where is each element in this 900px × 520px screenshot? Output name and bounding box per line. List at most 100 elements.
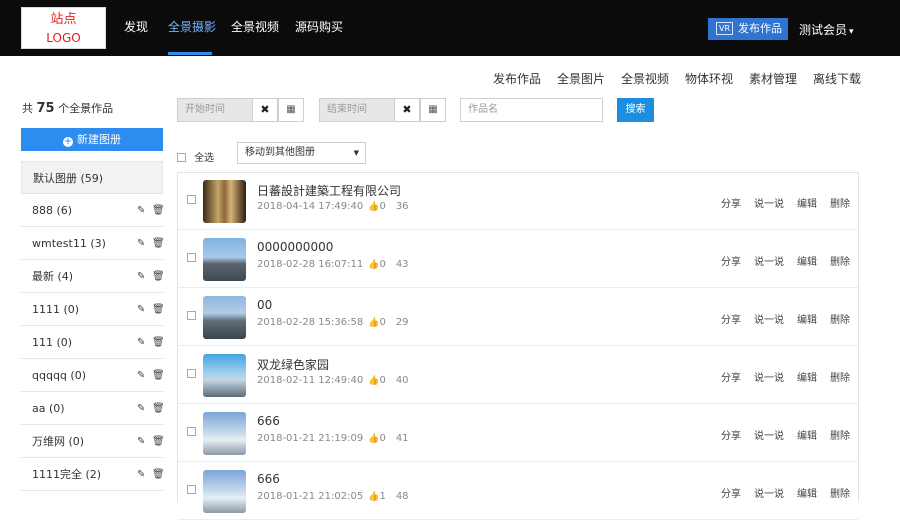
work-title[interactable]: 日蕃設計建築工程有限公司: [257, 182, 401, 199]
trash-icon[interactable]: 🗑: [152, 194, 165, 227]
work-thumbnail[interactable]: [203, 296, 246, 339]
edit-icon[interactable]: ✎: [137, 326, 145, 359]
calendar-icon[interactable]: ▦: [420, 98, 446, 122]
publish-button[interactable]: VR 发布作品: [708, 18, 788, 40]
trash-icon[interactable]: 🗑: [152, 359, 165, 392]
album-item[interactable]: 1111完全 (2) ✎ 🗑: [21, 458, 165, 491]
view-count: 40: [395, 375, 409, 386]
view-count: 29: [395, 317, 409, 328]
work-title[interactable]: 双龙绿色家园: [257, 356, 329, 373]
trash-icon[interactable]: 🗑: [152, 425, 165, 458]
share-link[interactable]: 分享: [721, 199, 741, 210]
trash-icon[interactable]: 🗑: [152, 260, 165, 293]
share-link[interactable]: 分享: [721, 373, 741, 384]
album-item[interactable]: 1111 (0) ✎ 🗑: [21, 293, 165, 326]
work-row: 0000000000 2018-02-28 16:07:11 👍0 43 分享 说一说 编辑…: [178, 231, 858, 288]
select-all-label: 全选: [194, 153, 215, 164]
edit-icon[interactable]: ✎: [137, 458, 145, 491]
trash-icon[interactable]: 🗑: [152, 458, 165, 491]
work-thumbnail[interactable]: [203, 180, 246, 223]
nav-panorama-video[interactable]: 全景视频: [231, 18, 279, 35]
share-link[interactable]: 分享: [721, 431, 741, 442]
view-count: 36: [395, 201, 409, 212]
album-item[interactable]: 111 (0) ✎ 🗑: [21, 326, 165, 359]
delete-link[interactable]: 删除: [830, 315, 850, 326]
work-title[interactable]: 0000000000: [257, 240, 333, 254]
comment-link[interactable]: 说一说: [754, 431, 784, 442]
work-row: 日蕃設計建築工程有限公司 2018-04-14 17:49:40 👍0 36 分享 说一说…: [178, 173, 858, 230]
album-item[interactable]: qqqqq (0) ✎ 🗑: [21, 359, 165, 392]
work-thumbnail[interactable]: [203, 238, 246, 281]
edit-icon[interactable]: ✎: [137, 293, 145, 326]
row-checkbox[interactable]: [187, 427, 196, 436]
start-date-input[interactable]: 开始时间: [177, 98, 253, 122]
row-checkbox[interactable]: [187, 369, 196, 378]
work-title[interactable]: 666: [257, 414, 280, 428]
move-album-select[interactable]: 移动到其他图册 ▼: [237, 142, 366, 164]
edit-link[interactable]: 编辑: [797, 431, 817, 442]
trash-icon[interactable]: 🗑: [152, 293, 165, 326]
row-checkbox[interactable]: [187, 253, 196, 262]
edit-icon[interactable]: ✎: [137, 260, 145, 293]
subnav-object-view[interactable]: 物体环视: [685, 70, 733, 87]
end-date-input[interactable]: 结束时间: [319, 98, 395, 122]
edit-link[interactable]: 编辑: [797, 373, 817, 384]
subnav-panorama-videos[interactable]: 全景视频: [621, 70, 669, 87]
comment-link[interactable]: 说一说: [754, 373, 784, 384]
edit-link[interactable]: 编辑: [797, 315, 817, 326]
work-thumbnail[interactable]: [203, 354, 246, 397]
nav-source-purchase[interactable]: 源码购买: [295, 18, 343, 35]
row-checkbox[interactable]: [187, 195, 196, 204]
comment-link[interactable]: 说一说: [754, 257, 784, 268]
work-title[interactable]: 666: [257, 472, 280, 486]
delete-link[interactable]: 删除: [830, 257, 850, 268]
calendar-icon[interactable]: ▦: [278, 98, 304, 122]
logo-line1: 站点: [50, 12, 77, 27]
delete-link[interactable]: 删除: [830, 431, 850, 442]
subnav-panorama-images[interactable]: 全景图片: [557, 70, 605, 87]
album-label: wmtest11 (3): [32, 237, 106, 250]
album-item[interactable]: 最新 (4) ✎ 🗑: [21, 260, 165, 293]
album-item[interactable]: wmtest11 (3) ✎ 🗑: [21, 227, 165, 260]
subnav-materials[interactable]: 素材管理: [749, 70, 797, 87]
trash-icon[interactable]: 🗑: [152, 227, 165, 260]
edit-link[interactable]: 编辑: [797, 257, 817, 268]
select-all-checkbox[interactable]: [177, 153, 186, 162]
clear-icon[interactable]: ✖: [252, 98, 278, 122]
edit-icon[interactable]: ✎: [137, 227, 145, 260]
like-count: 0: [379, 433, 386, 444]
site-logo[interactable]: 站点 LOGO: [21, 7, 106, 49]
subnav-publish[interactable]: 发布作品: [493, 70, 541, 87]
edit-link[interactable]: 编辑: [797, 199, 817, 210]
edit-icon[interactable]: ✎: [137, 392, 145, 425]
share-link[interactable]: 分享: [721, 257, 741, 268]
row-checkbox[interactable]: [187, 485, 196, 494]
delete-link[interactable]: 删除: [830, 199, 850, 210]
comment-link[interactable]: 说一说: [754, 315, 784, 326]
album-item[interactable]: 888 (6) ✎ 🗑: [21, 194, 165, 227]
album-item[interactable]: aa (0) ✎ 🗑: [21, 392, 165, 425]
clear-icon[interactable]: ✖: [394, 98, 420, 122]
work-thumbnail[interactable]: [203, 412, 246, 455]
delete-link[interactable]: 删除: [830, 373, 850, 384]
edit-icon[interactable]: ✎: [137, 194, 145, 227]
select-all[interactable]: 全选: [177, 149, 214, 164]
comment-link[interactable]: 说一说: [754, 199, 784, 210]
work-title[interactable]: 00: [257, 298, 272, 312]
album-item[interactable]: 默认图册 (59): [21, 161, 163, 194]
search-button[interactable]: 搜索: [617, 98, 654, 122]
work-name-input[interactable]: 作品名: [460, 98, 603, 122]
work-thumbnail[interactable]: [203, 470, 246, 513]
trash-icon[interactable]: 🗑: [152, 326, 165, 359]
subnav-offline-download[interactable]: 离线下载: [813, 70, 861, 87]
edit-icon[interactable]: ✎: [137, 425, 145, 458]
album-item[interactable]: 万维网 (0) ✎ 🗑: [21, 425, 165, 458]
nav-panorama-photo[interactable]: 全景摄影: [168, 18, 216, 35]
edit-icon[interactable]: ✎: [137, 359, 145, 392]
member-menu[interactable]: 测试会员 ▾: [799, 21, 854, 38]
trash-icon[interactable]: 🗑: [152, 392, 165, 425]
new-album-button[interactable]: + 新建图册: [21, 128, 163, 151]
row-checkbox[interactable]: [187, 311, 196, 320]
share-link[interactable]: 分享: [721, 315, 741, 326]
nav-discover[interactable]: 发现: [124, 18, 148, 35]
